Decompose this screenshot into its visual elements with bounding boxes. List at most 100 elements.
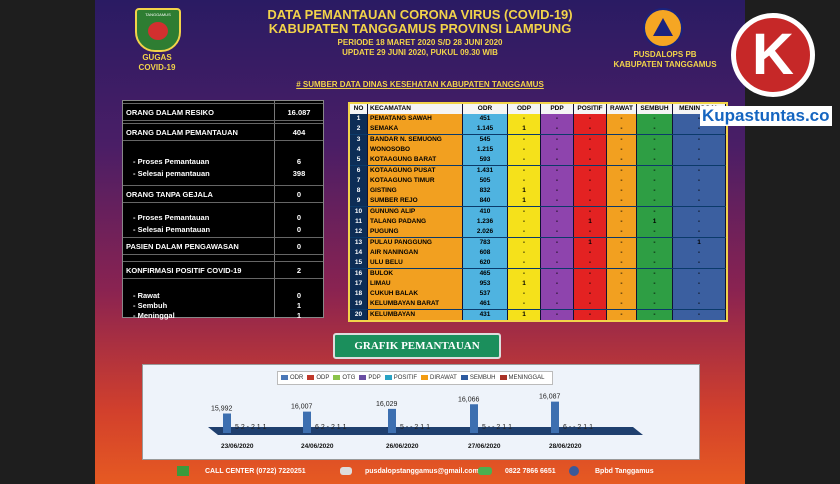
table-cell: - — [607, 175, 637, 186]
table-cell: - — [607, 289, 637, 300]
table-cell: 1 — [508, 124, 541, 135]
table-cell: 7 — [350, 175, 368, 186]
table-cell: - — [508, 247, 541, 258]
table-cell: - — [574, 186, 607, 197]
table-cell: 2.026 — [463, 227, 508, 238]
table-cell: 9 — [350, 196, 368, 207]
table-header-cell: KECAMATAN — [368, 104, 463, 114]
table-cell: 840 — [463, 196, 508, 207]
small-series-labels: 5 - - 2 1 1 — [482, 424, 512, 431]
table-cell: - — [541, 227, 574, 238]
table-cell: 1 — [350, 114, 368, 124]
table-cell: - — [508, 144, 541, 155]
table-row: 8 GISTING 832 1- - - - - — [350, 186, 726, 197]
table-cell: - — [637, 144, 673, 155]
table-header-cell: SEMBUH — [637, 104, 673, 114]
summary-row: PASIEN DALAM PENGAWASAN 0 — [123, 237, 323, 255]
table-cell: - — [541, 144, 574, 155]
table-cell: - — [607, 217, 637, 227]
table-cell: 620 — [463, 258, 508, 269]
table-cell: - — [508, 165, 541, 176]
table-cell: - — [673, 278, 726, 289]
table-cell: KOTAAGUNG TIMUR — [368, 175, 463, 186]
table-cell: 16 — [350, 268, 368, 279]
table-cell: 1.215 — [463, 144, 508, 155]
summary-label: - Selesai Pemantauan — [133, 225, 211, 234]
table-cell: - — [508, 217, 541, 227]
summary-value: 16.087 — [287, 108, 311, 117]
table-row: 18 CUKUH BALAK 537- - - - - - — [350, 289, 726, 300]
summary-value: 0 — [296, 225, 302, 234]
table-row: 10 GUNUNG ALIP 410- - - - - - — [350, 206, 726, 217]
table-cell: - — [541, 186, 574, 197]
table-cell: - — [637, 258, 673, 269]
table-cell: - — [637, 155, 673, 166]
table-cell: - — [673, 217, 726, 227]
footer-bar: CALL CENTER (0722) 7220251 pusdalopstang… — [95, 462, 745, 484]
grafik-pemantauan-button[interactable]: GRAFIK PEMANTAUAN — [333, 333, 501, 359]
table-cell: - — [607, 124, 637, 135]
table-cell: - — [673, 134, 726, 145]
table-cell: 505 — [463, 175, 508, 186]
table-cell: 5 — [350, 155, 368, 166]
summary-label: ORANG DALAM RESIKO — [126, 108, 214, 117]
summary-panel: ORANG DALAM RESIKO 16.087 ORANG DALAM PEMA… — [122, 100, 324, 320]
table-row: 9 SUMBER REJO 840 1- - - - - — [350, 196, 726, 207]
summary-label: ORANG TANPA GEJALA — [126, 190, 213, 199]
table-cell: 11 — [350, 217, 368, 227]
summary-value: 0 — [296, 190, 302, 199]
table-cell: 20 — [350, 309, 368, 320]
table-cell: - — [574, 299, 607, 310]
table-cell: 3 — [350, 134, 368, 145]
table-row: 16 BULOK 465- - - - - - — [350, 268, 726, 279]
table-cell: - — [637, 175, 673, 186]
table-cell: - — [574, 114, 607, 124]
table-cell: - — [574, 124, 607, 135]
table-cell: 953 — [463, 278, 508, 289]
table-cell: - — [541, 278, 574, 289]
table-cell: - — [637, 227, 673, 238]
facebook-text[interactable]: Bpbd Tanggamus — [595, 468, 654, 475]
table-cell: - — [508, 268, 541, 279]
table-cell: - — [673, 258, 726, 269]
pusdalops-line1: PUSDALOPS PB — [633, 50, 697, 59]
table-cell: - — [607, 278, 637, 289]
table-row: 3 BANDAR N. SEMUONG 545- - - - - - — [350, 134, 726, 145]
table-row: 1 PEMATANG SAWAH 451- - - - - - — [350, 114, 726, 124]
summary-label: - Meninggal — [133, 311, 175, 320]
table-cell: - — [508, 258, 541, 269]
table-cell: BANDAR N. SEMUONG — [368, 134, 463, 145]
table-row: 14 AIR NANINGAN 608- - - - - - — [350, 247, 726, 258]
summary-label: ORANG DALAM PEMANTAUAN — [126, 128, 238, 137]
table-cell: - — [637, 309, 673, 320]
summary-row: ORANG TANPA GEJALA 0 — [123, 185, 323, 203]
email-text[interactable]: pusdalopstanggamus@gmail.com — [365, 468, 479, 475]
table-cell: 1 — [508, 278, 541, 289]
odr-bar — [388, 408, 396, 433]
table-cell: 18 — [350, 289, 368, 300]
table-cell: - — [574, 206, 607, 217]
table-cell: - — [574, 289, 607, 300]
summary-label: KONFIRMASI POSITIF COVID-19 — [126, 266, 242, 275]
pusdalops-label: PUSDALOPS PB KABUPATEN TANGGAMUS — [600, 50, 730, 70]
table-row: 19 KELUMBAYAN BARAT 461- - - - - - — [350, 299, 726, 310]
table-header-cell: ODP — [508, 104, 541, 114]
table-row: 2 SEMAKA 1.145 1- - - - - — [350, 124, 726, 135]
x-tick-label: 26/06/2020 — [386, 443, 419, 450]
table-cell: - — [607, 196, 637, 207]
chart-svg: 15,992 5 2 - 2 1 1 23/06/2020 16,007 6 2 - 2… — [208, 394, 643, 450]
table-cell: - — [637, 186, 673, 197]
odr-bar-label: 16,087 — [539, 394, 561, 401]
table-cell: - — [607, 155, 637, 166]
summary-row: - Meninggal 1 — [123, 307, 323, 323]
gugas-line2: COVID-19 — [138, 63, 176, 72]
table-cell: 10 — [350, 206, 368, 217]
odr-bar-label: 15,992 — [211, 406, 233, 413]
table-cell: - — [637, 196, 673, 207]
table-cell: 19 — [350, 299, 368, 310]
table-cell: - — [637, 247, 673, 258]
table-cell: - — [574, 268, 607, 279]
kecamatan-table: NO KECAMATAN ODR ODP PDP POSITIF RAWAT SEMBUH ME… — [348, 102, 728, 322]
table-cell: 17 — [350, 278, 368, 289]
table-cell: 410 — [463, 206, 508, 217]
